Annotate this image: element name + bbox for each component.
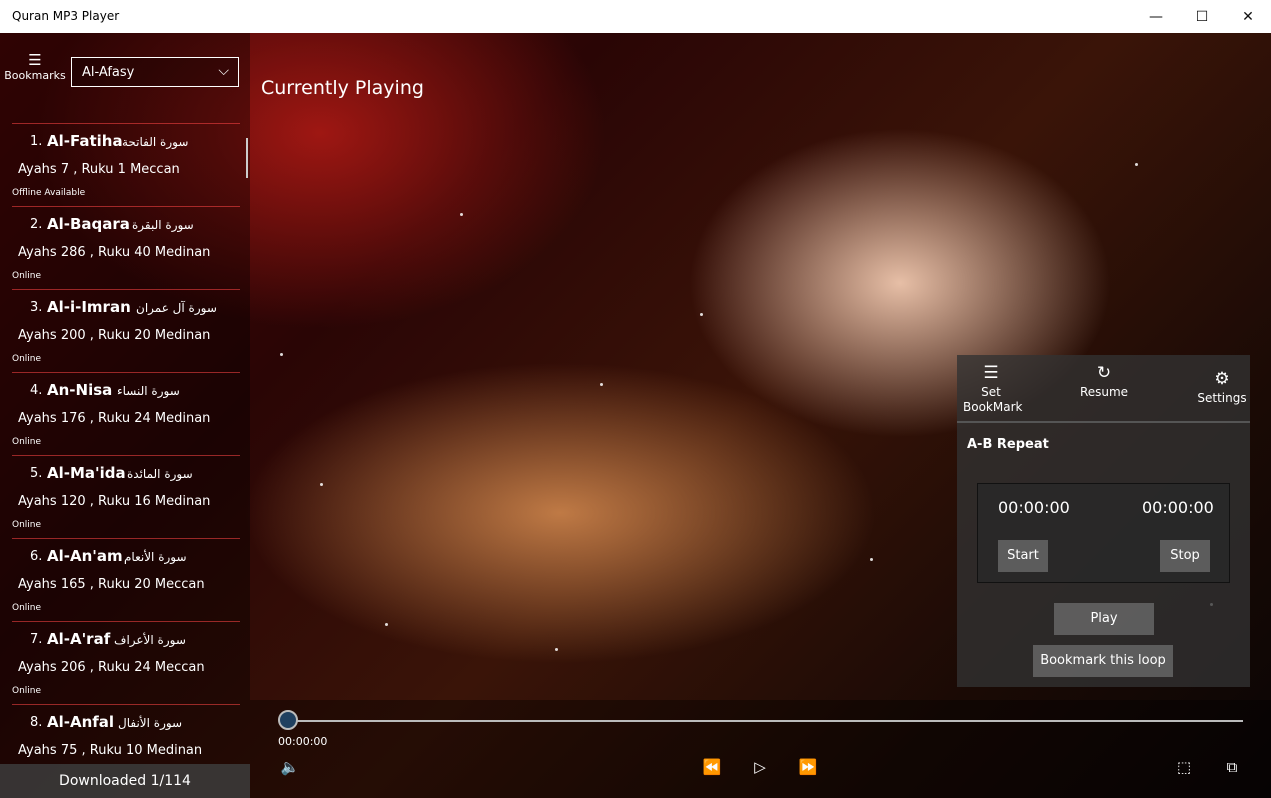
surah-info: Ayahs 120 , Ruku 16 Medinan — [18, 494, 211, 509]
play-icon[interactable]: ▷ — [748, 758, 772, 778]
settings-label: Settings — [1197, 391, 1247, 405]
surah-status: Online — [12, 520, 42, 530]
surah-info: Ayahs 206 , Ruku 24 Meccan — [18, 660, 205, 675]
gear-icon: ⚙ — [1214, 369, 1230, 389]
stop-button[interactable]: Stop — [1160, 540, 1210, 572]
surah-item-al-i-imran[interactable]: 3. Al-i-Imran سورة آل عمران Ayahs 200 , … — [12, 289, 240, 372]
surah-arabic-name: سورة البقرة — [132, 218, 194, 232]
settings-button[interactable]: ⚙ Settings — [1197, 369, 1247, 405]
seek-thumb[interactable] — [278, 710, 298, 730]
surah-item-al-araf[interactable]: 7. Al-A'raf سورة الأعراف Ayahs 206 , Ruk… — [12, 621, 240, 704]
surah-number: 1. — [30, 134, 43, 149]
surah-arabic-name: سورة آل عمران — [136, 301, 217, 315]
control-panel: ☰ Set BookMark ↻ Resume ⚙ Settings A-B R… — [957, 355, 1250, 687]
surah-name: An-Nisa — [47, 381, 113, 399]
refresh-icon: ↻ — [1096, 363, 1112, 383]
surah-name: Al-Baqara — [47, 215, 130, 233]
set-bookmark-label: Set BookMark — [963, 385, 1023, 414]
surah-number: 7. — [30, 632, 43, 647]
surah-name: Al-Ma'ida — [47, 464, 126, 482]
surah-arabic-name: سورة الأنعام — [124, 550, 187, 564]
surah-arabic-name: سورة النساء — [117, 384, 180, 398]
list-icon: ☰ — [28, 51, 42, 69]
ab-repeat-label: A-B Repeat — [967, 437, 1049, 452]
surah-status: Online — [12, 271, 42, 281]
rewind-icon[interactable]: ⏪ — [700, 758, 724, 778]
surah-info: Ayahs 176 , Ruku 24 Medinan — [18, 411, 211, 426]
play-loop-button[interactable]: Play — [1054, 603, 1154, 635]
surah-name: Al-i-Imran — [47, 298, 131, 316]
surah-status: Offline Available — [12, 188, 86, 198]
surah-name: Al-An'am — [47, 547, 123, 565]
surah-name: Al-Fatiha — [47, 132, 123, 150]
surah-status: Online — [12, 603, 42, 613]
surah-item-an-nisa[interactable]: 4. An-Nisa سورة النساء Ayahs 176 , Ruku … — [12, 372, 240, 455]
maximize-button[interactable]: ☐ — [1179, 0, 1225, 33]
surah-arabic-name: سورة الأعراف — [114, 633, 186, 647]
seek-bar[interactable] — [290, 720, 1243, 722]
surah-info: Ayahs 75 , Ruku 10 Medinan — [18, 743, 203, 758]
resume-button[interactable]: ↻ Resume — [1077, 363, 1131, 399]
ab-repeat-box: 00:00:00 00:00:00 Start Stop — [977, 483, 1230, 583]
time-b: 00:00:00 — [1142, 498, 1214, 517]
surah-arabic-name: سورة المائدة — [127, 467, 193, 481]
surah-arabic-name: سورة الأنفال — [118, 716, 183, 730]
surah-number: 4. — [30, 383, 43, 398]
surah-info: Ayahs 286 , Ruku 40 Medinan — [18, 245, 211, 260]
aspect-ratio-icon[interactable]: ⬚ — [1172, 758, 1196, 778]
bookmark-loop-button[interactable]: Bookmark this loop — [1033, 645, 1173, 677]
list-icon: ☰ — [983, 363, 999, 383]
surah-status: Online — [12, 686, 42, 696]
reciter-dropdown[interactable]: Al-Afasy ⌵ — [71, 57, 239, 87]
surah-number: 2. — [30, 217, 43, 232]
surah-item-al-maida[interactable]: 5. Al-Ma'ida سورة المائدة Ayahs 120 , Ru… — [12, 455, 240, 538]
surah-status: Online — [12, 354, 42, 364]
resume-label: Resume — [1079, 385, 1129, 399]
window-title: Quran MP3 Player — [12, 9, 120, 23]
title-bar: Quran MP3 Player — ☐ ✕ — [0, 0, 1271, 34]
sidebar-header: ☰ Bookmarks Al-Afasy ⌵ — [0, 33, 250, 123]
surah-name: Al-A'raf — [47, 630, 111, 648]
surah-info: Ayahs 200 , Ruku 20 Medinan — [18, 328, 211, 343]
surah-status: Online — [12, 437, 42, 447]
surah-arabic-name: سورة الفاتحة — [122, 135, 189, 149]
bookmarks-label: Bookmarks — [4, 69, 66, 82]
surah-number: 5. — [30, 466, 43, 481]
surah-name: Al-Anfal — [47, 713, 115, 731]
position-time: 00:00:00 — [278, 735, 328, 748]
list-scrollbar[interactable] — [246, 138, 248, 178]
surah-item-al-anam[interactable]: 6. Al-An'am سورة الأنعام Ayahs 165 , Ruk… — [12, 538, 240, 621]
set-bookmark-button[interactable]: ☰ Set BookMark — [963, 363, 1023, 415]
surah-info: Ayahs 7 , Ruku 1 Meccan — [18, 162, 180, 177]
surah-sidebar: ☰ Bookmarks Al-Afasy ⌵ 1. Al-Fatiha سورة… — [0, 33, 250, 798]
surah-item-al-anfal[interactable]: 8. Al-Anfal سورة الأنفال Ayahs 75 , Ruku… — [12, 704, 240, 763]
surah-number: 8. — [30, 715, 43, 730]
start-button[interactable]: Start — [998, 540, 1048, 572]
reciter-value: Al-Afasy — [82, 65, 135, 80]
fullscreen-icon[interactable]: ⧉ — [1220, 758, 1244, 778]
player-bar: 00:00:00 🔈 ⏪ ▷ ⏩ ⬚ ⧉ — [250, 700, 1271, 798]
currently-playing-title: Currently Playing — [261, 77, 424, 99]
surah-number: 3. — [30, 300, 43, 315]
surah-info: Ayahs 165 , Ruku 20 Meccan — [18, 577, 205, 592]
volume-icon[interactable]: 🔈 — [278, 758, 302, 778]
surah-number: 6. — [30, 549, 43, 564]
surah-item-al-fatiha[interactable]: 1. Al-Fatiha سورة الفاتحة Ayahs 7 , Ruku… — [12, 123, 240, 206]
surah-list[interactable]: 1. Al-Fatiha سورة الفاتحة Ayahs 7 , Ruku… — [0, 123, 250, 763]
bookmarks-button[interactable]: ☰ Bookmarks — [4, 53, 66, 93]
download-status: Downloaded 1/114 — [0, 764, 250, 798]
fast-forward-icon[interactable]: ⏩ — [796, 758, 820, 778]
chevron-down-icon: ⌵ — [218, 63, 229, 79]
panel-divider — [957, 421, 1250, 423]
close-button[interactable]: ✕ — [1225, 0, 1271, 33]
surah-item-al-baqara[interactable]: 2. Al-Baqara سورة البقرة Ayahs 286 , Ruk… — [12, 206, 240, 289]
time-a: 00:00:00 — [998, 498, 1070, 517]
minimize-button[interactable]: — — [1133, 0, 1179, 33]
